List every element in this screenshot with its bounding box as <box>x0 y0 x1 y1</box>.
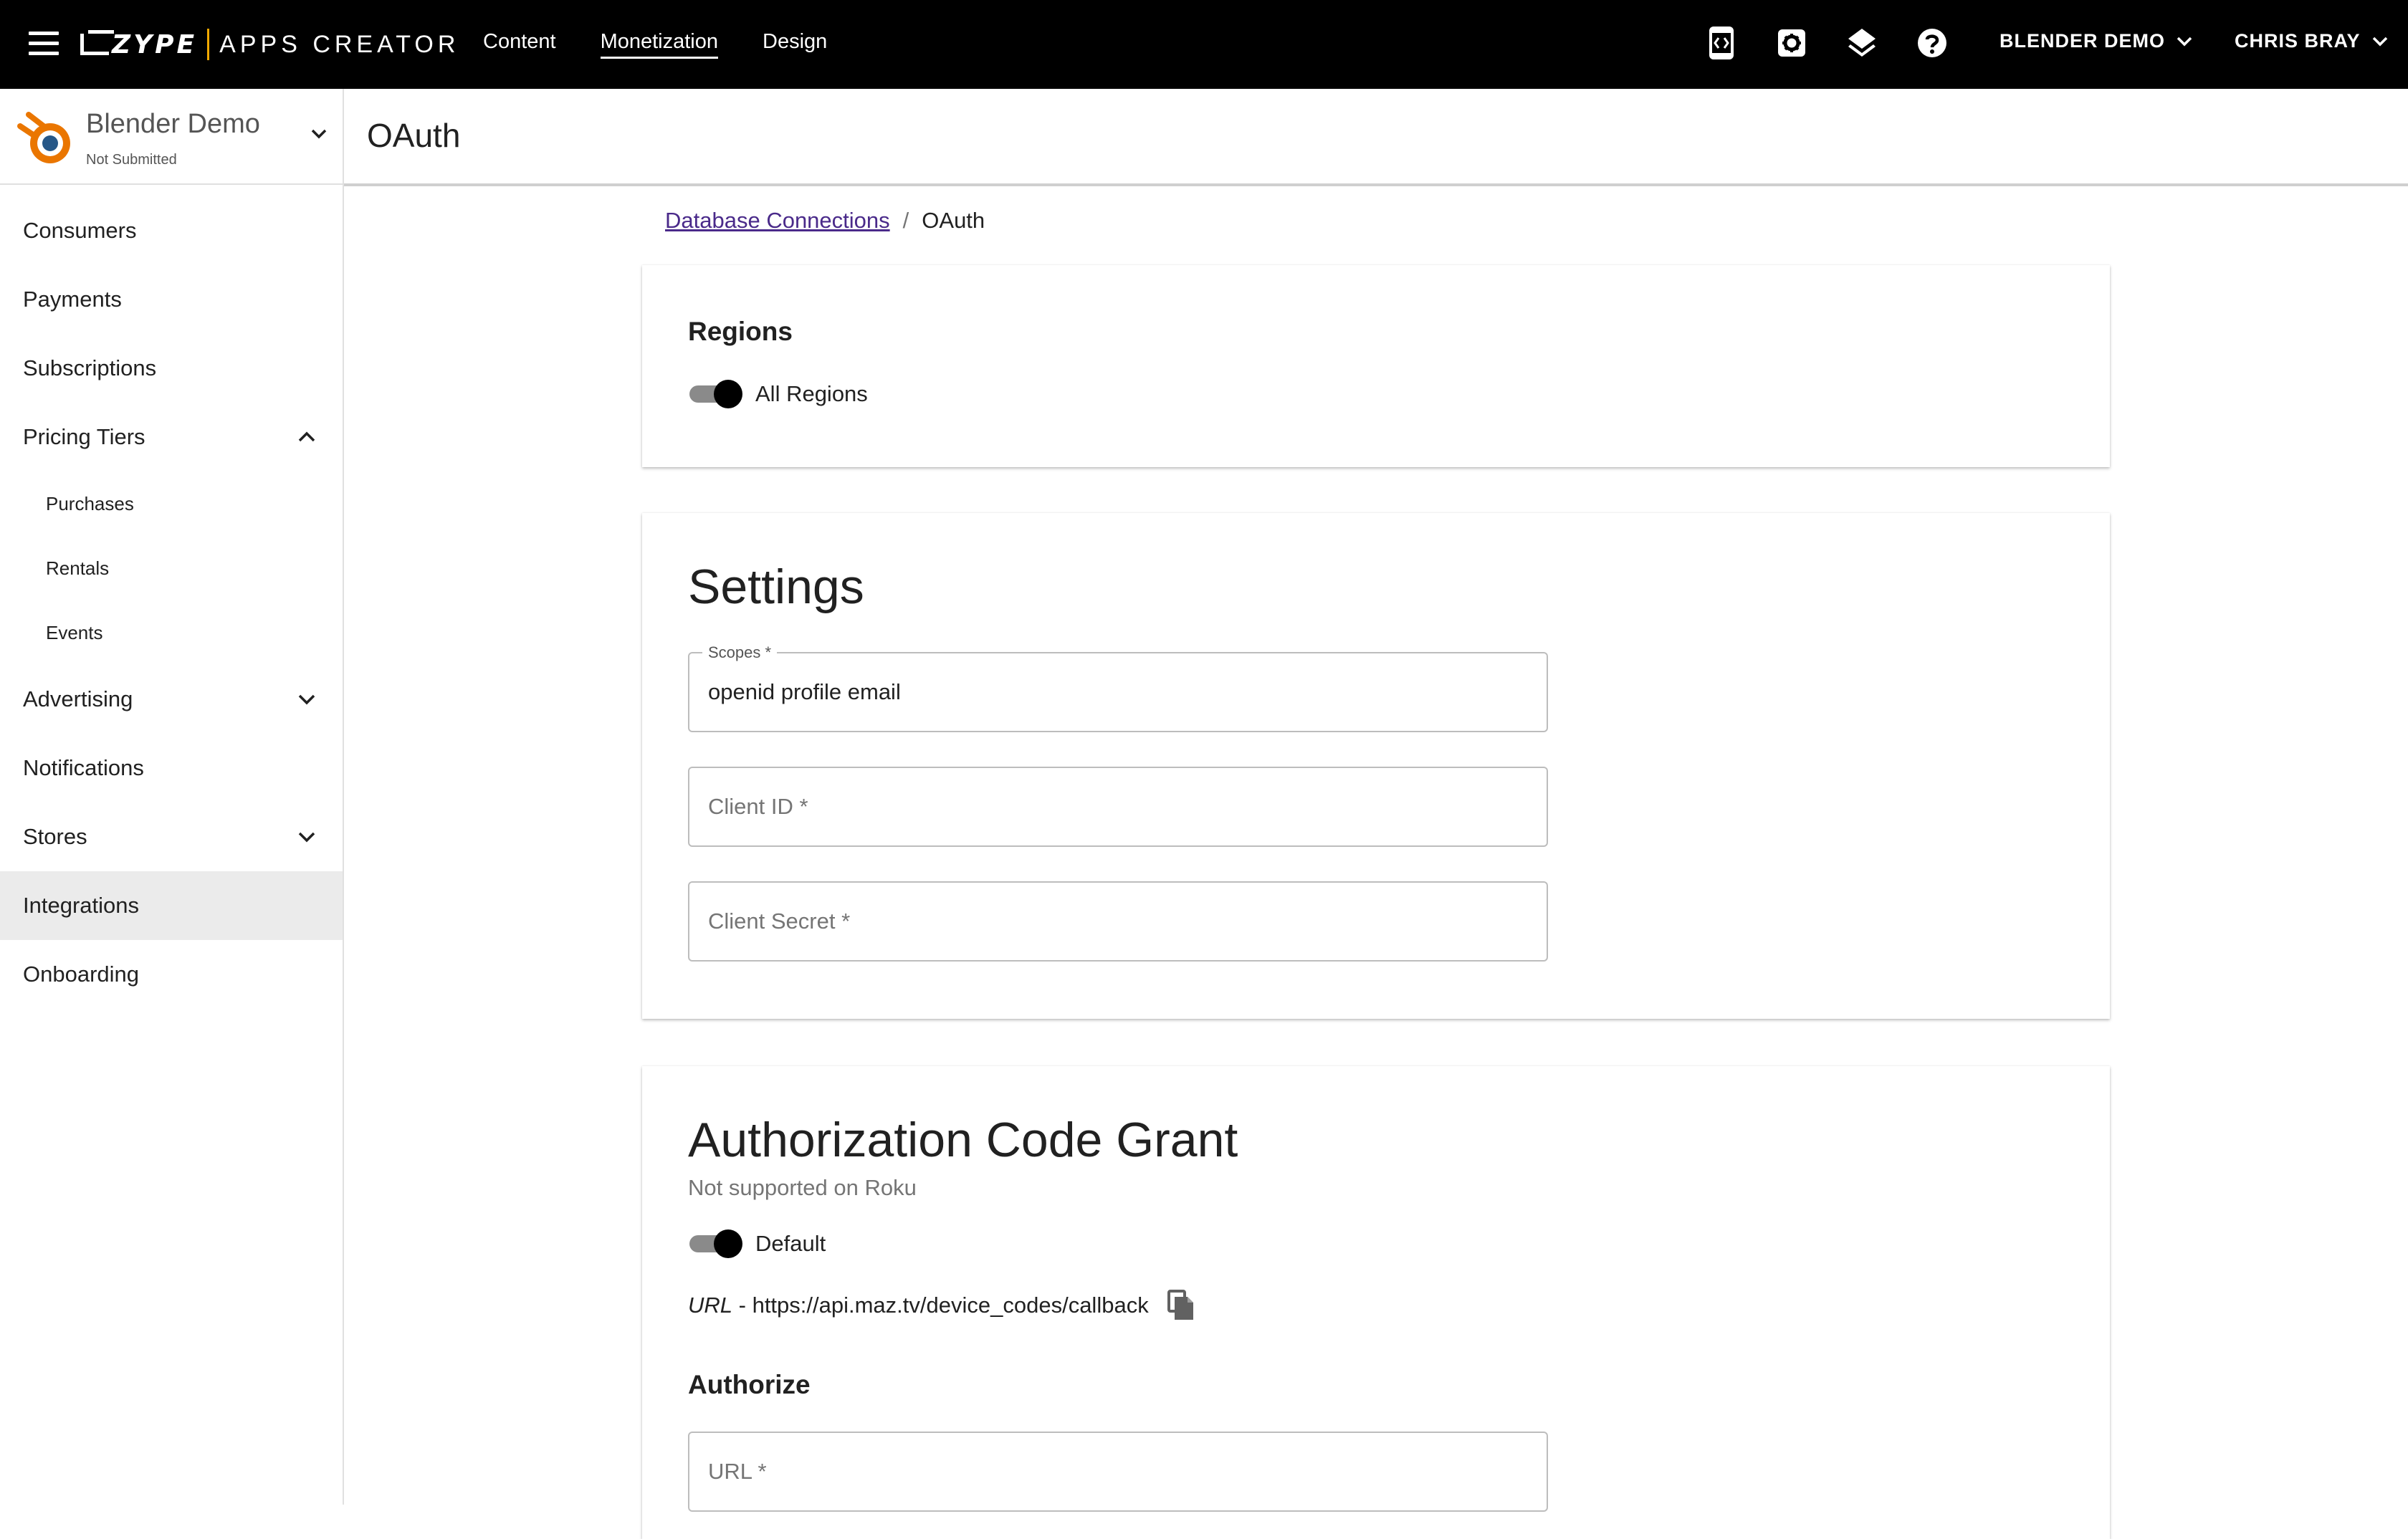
sidebar-item-events[interactable]: Events <box>0 600 343 665</box>
callback-url-value: https://api.maz.tv/device_codes/callback <box>752 1293 1149 1318</box>
brand-apps-creator-text: APPS CREATOR <box>219 30 460 58</box>
scopes-field[interactable]: Scopes * openid profile email <box>688 643 1548 732</box>
sidebar-item-stores[interactable]: Stores <box>0 802 343 871</box>
app-menu-label: BLENDER DEMO <box>2000 30 2166 52</box>
top-app-bar: ZYPE APPS CREATOR Content Monetization D… <box>0 0 2408 89</box>
app-selector[interactable]: Blender Demo Not Submitted <box>0 89 344 185</box>
sidebar-item-pricing-tiers[interactable]: Pricing Tiers <box>0 403 343 471</box>
default-toggle[interactable] <box>688 1229 742 1258</box>
sidebar-item-label: Events <box>46 621 103 643</box>
auth-grant-note: Not supported on Roku <box>688 1175 917 1200</box>
app-status: Not Submitted <box>86 152 177 168</box>
sidebar-item-label: Subscriptions <box>23 355 157 380</box>
nav-content[interactable]: Content <box>483 30 556 59</box>
all-regions-toggle[interactable] <box>688 380 742 408</box>
hamburger-menu-icon[interactable] <box>29 32 59 57</box>
authorize-heading: Authorize <box>688 1370 811 1399</box>
brand-logo[interactable]: ZYPE APPS CREATOR <box>80 27 459 62</box>
chevron-down-icon <box>298 694 315 705</box>
nav-design[interactable]: Design <box>763 30 827 59</box>
breadcrumb-current: OAuth <box>922 208 985 233</box>
chevron-down-icon <box>311 129 327 139</box>
chevron-down-icon <box>2177 37 2192 46</box>
sidebar-item-notifications[interactable]: Notifications <box>0 734 343 802</box>
user-menu-label: CHRIS BRAY <box>2235 30 2361 52</box>
scopes-label: Scopes * <box>702 643 778 662</box>
sidebar-item-label: Onboarding <box>23 962 140 987</box>
callback-url-line: URL - https://api.maz.tv/device_codes/ca… <box>688 1290 1195 1321</box>
settings-icon[interactable] <box>1776 26 1807 60</box>
breadcrumb-separator: / <box>902 208 909 233</box>
main-nav: Content Monetization Design <box>483 30 827 59</box>
app-name: Blender Demo <box>86 109 260 139</box>
all-regions-label: All Regions <box>755 381 868 406</box>
chevron-down-icon <box>2372 37 2387 46</box>
settings-heading: Settings <box>688 560 864 614</box>
chevron-up-icon <box>298 431 315 442</box>
nav-monetization[interactable]: Monetization <box>600 30 719 59</box>
auth-grant-heading: Authorization Code Grant <box>688 1113 1238 1167</box>
sidebar-item-label: Payments <box>23 287 122 312</box>
sidebar-item-integrations[interactable]: Integrations <box>0 871 343 940</box>
sidebar-item-label: Purchases <box>46 492 134 514</box>
sidebar-item-label: Advertising <box>23 686 133 711</box>
default-label: Default <box>755 1231 826 1256</box>
blender-logo-icon <box>17 112 70 163</box>
callback-url-label: URL <box>688 1293 733 1318</box>
sidebar-item-purchases[interactable]: Purchases <box>0 471 343 536</box>
sidebar-item-subscriptions[interactable]: Subscriptions <box>0 334 343 403</box>
brand-zype-text: ZYPE <box>112 29 198 59</box>
regions-card: Regions All Regions <box>642 265 2110 467</box>
user-menu[interactable]: CHRIS BRAY <box>2235 30 2388 52</box>
breadcrumb-link-database-connections[interactable]: Database Connections <box>665 208 890 234</box>
authorization-code-grant-card: Authorization Code Grant Not supported o… <box>642 1066 2110 1539</box>
page-title: OAuth <box>367 117 461 154</box>
sidebar-item-label: Pricing Tiers <box>23 424 145 449</box>
sidebar-item-label: Stores <box>23 824 87 849</box>
sidebar-item-rentals[interactable]: Rentals <box>0 536 343 600</box>
breadcrumb: Database Connections / OAuth <box>665 208 985 234</box>
zype-mark-icon <box>80 30 114 55</box>
brand-divider <box>207 29 210 60</box>
authorize-url-placeholder: URL * <box>708 1459 767 1484</box>
toolbar-icons <box>1706 26 1948 60</box>
sidebar-item-label: Notifications <box>23 755 144 780</box>
regions-heading: Regions <box>688 317 793 346</box>
sidebar-item-label: Rentals <box>46 557 110 579</box>
sidebar-item-advertising[interactable]: Advertising <box>0 665 343 734</box>
page-header: OAuth <box>344 89 2408 186</box>
client-id-field[interactable]: Client ID * <box>688 767 1548 847</box>
client-id-placeholder: Client ID * <box>708 794 808 819</box>
sidebar-item-label: Integrations <box>23 893 139 918</box>
client-secret-placeholder: Client Secret * <box>708 908 851 934</box>
settings-card: Settings Scopes * openid profile email C… <box>642 513 2110 1019</box>
help-icon[interactable] <box>1916 26 1948 60</box>
sidebar-item-label: Consumers <box>23 218 137 243</box>
copy-icon[interactable] <box>1167 1290 1195 1321</box>
sidebar-item-consumers[interactable]: Consumers <box>0 196 343 265</box>
app-menu[interactable]: BLENDER DEMO <box>2000 30 2192 52</box>
callback-url-separator: - <box>732 1293 752 1318</box>
scopes-value: openid profile email <box>708 679 901 704</box>
sidebar-item-payments[interactable]: Payments <box>0 265 343 334</box>
sidebar: Blender Demo Not Submitted Consumers Pay… <box>0 89 344 1505</box>
code-preview-icon[interactable] <box>1706 26 1737 60</box>
sidebar-item-onboarding[interactable]: Onboarding <box>0 940 343 1009</box>
client-secret-field[interactable]: Client Secret * <box>688 881 1548 962</box>
layers-icon[interactable] <box>1846 26 1878 60</box>
sidebar-nav: Consumers Payments Subscriptions Pricing… <box>0 196 343 1009</box>
chevron-down-icon <box>298 832 315 843</box>
authorize-url-field[interactable]: URL * <box>688 1432 1548 1512</box>
